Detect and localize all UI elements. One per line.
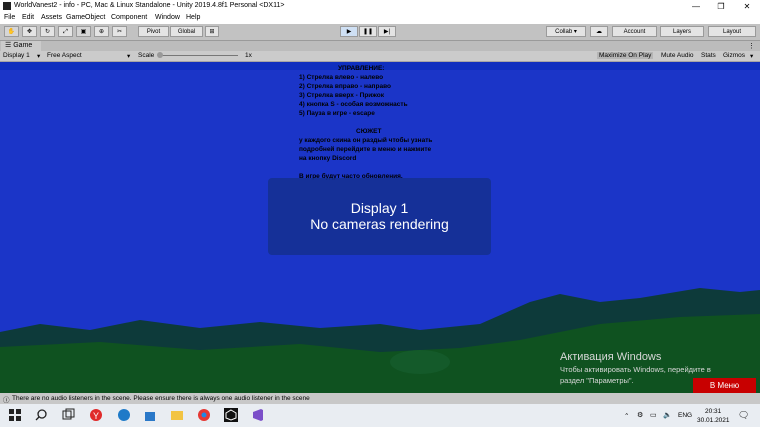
volume-icon[interactable]: 🔈: [663, 411, 672, 419]
play-button[interactable]: ▶: [340, 26, 358, 37]
transform-tool-icon[interactable]: ⊕: [94, 26, 109, 37]
svg-text:Y: Y: [93, 411, 99, 421]
minimize-button[interactable]: —: [685, 0, 707, 13]
title-bar: WorldVanest2 - info - PC, Mac & Linux St…: [0, 0, 760, 13]
gizmos-dropdown[interactable]: Gizmos: [723, 52, 745, 59]
status-bar: ⓘ There are no audio listeners in the sc…: [0, 393, 760, 404]
game-tab-icon: ☰: [5, 42, 14, 49]
clock-time[interactable]: 20:31: [705, 408, 721, 415]
task-view-icon[interactable]: [62, 408, 76, 422]
start-windows-icon[interactable]: [8, 408, 22, 422]
layout-dropdown[interactable]: Layout: [708, 26, 756, 37]
clock-date[interactable]: 30.01.2021: [697, 417, 730, 424]
maximize-on-play-toggle[interactable]: Maximize On Play: [597, 52, 654, 59]
display-chevron-icon: ▾: [37, 53, 41, 60]
custom-tool-icon[interactable]: ✂: [112, 26, 127, 37]
aspect-dropdown[interactable]: Free Aspect: [47, 52, 82, 59]
gizmos-chevron-icon: ▾: [750, 53, 754, 60]
menu-bar: File Edit Assets GameObject Component Wi…: [0, 13, 760, 24]
control-line-5: 5) Пауза в игре - escape: [299, 110, 375, 117]
mute-audio-toggle[interactable]: Mute Audio: [661, 52, 694, 59]
step-button[interactable]: ▶|: [378, 26, 396, 37]
control-line-2: 2) Стрелка вправо - направо: [299, 83, 391, 90]
tab-game-label: Game: [13, 42, 33, 49]
story-heading: СЮЖЕТ: [356, 128, 382, 135]
panel-menu-icon[interactable]: ⋮: [748, 42, 755, 50]
grid-snap-icon[interactable]: ⊞: [205, 26, 219, 37]
menu-button[interactable]: В Меню: [693, 378, 756, 393]
close-button[interactable]: ✕: [736, 0, 758, 13]
file-explorer-icon[interactable]: [170, 408, 184, 422]
story-line-3: на кнопку Discord: [299, 155, 357, 162]
cloud-icon[interactable]: ☁: [590, 26, 608, 37]
scale-slider-thumb[interactable]: [157, 52, 163, 58]
search-icon[interactable]: [34, 408, 48, 422]
hand-tool-icon[interactable]: ✋: [4, 26, 19, 37]
tray-action-icon[interactable]: ⚙: [637, 411, 643, 419]
tab-game[interactable]: ☰ Game: [1, 41, 41, 51]
control-line-4: 4) кнопка S - особая возможнасть: [299, 101, 408, 108]
activation-line-2: раздел "Параметры".: [560, 376, 634, 385]
aspect-chevron-icon: ▾: [127, 53, 131, 60]
tab-bar: [0, 41, 760, 51]
menu-help[interactable]: Help: [186, 14, 200, 21]
account-dropdown[interactable]: Account: [612, 26, 657, 37]
rect-tool-icon[interactable]: ▣: [76, 26, 91, 37]
stats-toggle[interactable]: Stats: [701, 52, 716, 59]
move-tool-icon[interactable]: ✥: [22, 26, 37, 37]
scale-tool-icon[interactable]: ⤢: [58, 26, 73, 37]
collab-dropdown[interactable]: Collab ▾: [546, 26, 586, 37]
scale-label: Scale: [138, 52, 155, 59]
story-line-2: подробней перейдите в меню и нажмите: [299, 146, 432, 153]
info-icon: ⓘ: [3, 397, 10, 404]
window-title: WorldVanest2 - info - PC, Mac & Linux St…: [14, 2, 285, 9]
tray-chevron-icon[interactable]: ⌃: [624, 412, 629, 420]
bush: [390, 350, 450, 374]
scale-slider[interactable]: [158, 55, 238, 56]
layers-dropdown[interactable]: Layers: [660, 26, 704, 37]
yandex-browser-icon[interactable]: Y: [89, 408, 103, 422]
menu-window[interactable]: Window: [155, 14, 180, 21]
battery-icon[interactable]: ▭: [650, 411, 657, 419]
rotate-tool-icon[interactable]: ↻: [40, 26, 55, 37]
notifications-icon[interactable]: 🗨: [738, 410, 749, 421]
display-dropdown[interactable]: Display 1: [3, 52, 30, 59]
global-toggle[interactable]: Global: [170, 26, 203, 37]
game-view[interactable]: УПРАВЛЕНИЕ: 1) Стрелка влево - налево 2)…: [0, 62, 760, 393]
menu-component[interactable]: Component: [111, 14, 147, 21]
unity-icon: [3, 2, 11, 10]
activation-title: Активация Windows: [560, 351, 662, 363]
overlay-message: No cameras rendering: [310, 216, 449, 232]
story-line-1: у каждого скина он раздый чтобы узнать: [299, 137, 433, 144]
menu-file[interactable]: File: [4, 14, 15, 21]
no-camera-overlay: Display 1 No cameras rendering: [268, 178, 491, 255]
edge-icon[interactable]: [117, 408, 131, 422]
controls-heading: УПРАВЛЕНИЕ:: [338, 65, 385, 72]
menu-edit[interactable]: Edit: [22, 14, 34, 21]
chrome-icon[interactable]: [197, 408, 211, 422]
toolbar: ✋ ✥ ↻ ⤢ ▣ ⊕ ✂ Pivot Global ⊞ ▶ ❚❚ ▶| Col…: [0, 24, 760, 41]
taskbar: Y ⌃ ⚙ ▭ 🔈 ENG 20:31 30.01.2021 🗨: [0, 404, 760, 427]
game-view-toolbar: Display 1 ▾ Free Aspect ▾ Scale 1x Maxim…: [0, 51, 760, 62]
language-indicator[interactable]: ENG: [678, 412, 692, 419]
control-line-3: 3) Стрелка вверх - Прижок: [299, 92, 384, 99]
pause-button[interactable]: ❚❚: [359, 26, 377, 37]
menu-gameobject[interactable]: GameObject: [66, 14, 105, 21]
store-icon[interactable]: [143, 408, 157, 422]
pivot-toggle[interactable]: Pivot: [138, 26, 169, 37]
visual-studio-icon[interactable]: [251, 408, 265, 422]
menu-assets[interactable]: Assets: [41, 14, 62, 21]
unity-taskbar-icon[interactable]: [224, 408, 238, 422]
scale-value: 1x: [245, 52, 252, 59]
control-line-1: 1) Стрелка влево - налево: [299, 74, 384, 81]
maximize-button[interactable]: ❐: [710, 0, 732, 13]
activation-line-1: Чтобы активировать Windows, перейдите в: [560, 365, 711, 374]
status-message[interactable]: There are no audio listeners in the scen…: [12, 395, 310, 402]
overlay-display: Display 1: [350, 200, 409, 216]
